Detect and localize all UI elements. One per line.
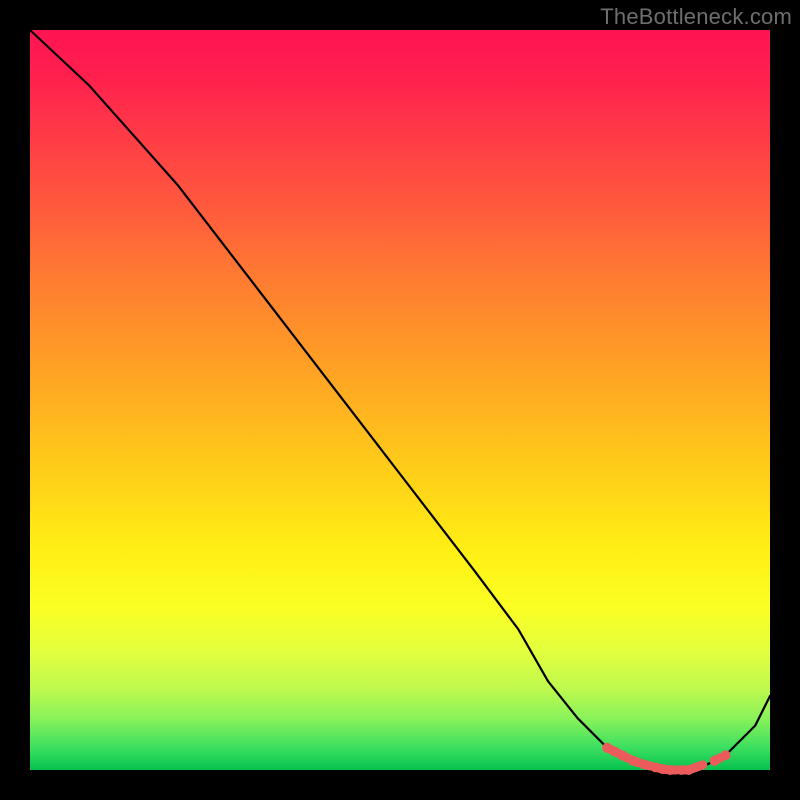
watermark-text: TheBottleneck.com [600, 4, 792, 30]
marker-dash [715, 758, 721, 761]
marker-dash [633, 761, 639, 763]
marker-dash [689, 765, 703, 770]
bottleneck-curve [30, 30, 770, 770]
plot-area [30, 30, 770, 770]
chart-frame: TheBottleneck.com [0, 0, 800, 800]
marker-dash [644, 765, 650, 767]
marker-dash [622, 755, 628, 758]
marker-dot [721, 750, 731, 760]
optimal-markers [602, 743, 730, 775]
chart-svg [30, 30, 770, 770]
